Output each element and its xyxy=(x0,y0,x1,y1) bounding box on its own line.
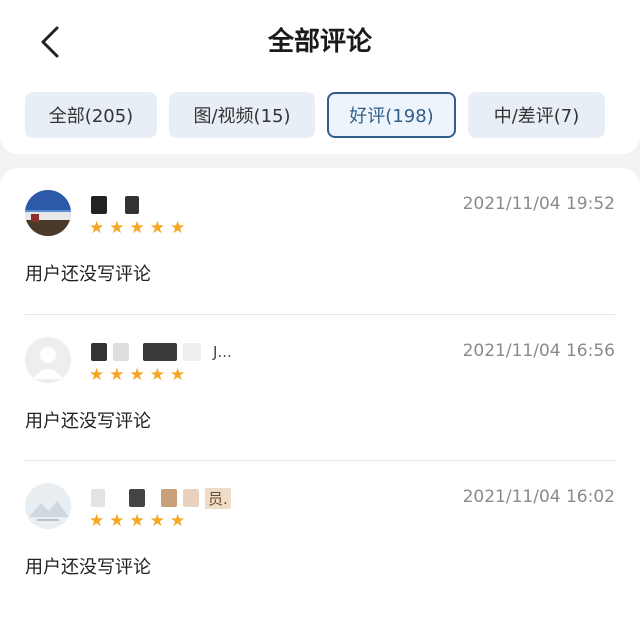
star-icon: ★ xyxy=(170,365,186,385)
list-item[interactable]: ★ ★ ★ ★ ★ 2021/11/04 19:52 用户还没写评论 xyxy=(25,168,615,314)
rating-stars: ★ ★ ★ ★ ★ xyxy=(89,220,185,237)
list-item[interactable]: J... ★ ★ ★ ★ ★ 2021/11/04 16:56 用户还没写评论 xyxy=(25,314,615,460)
star-icon: ★ xyxy=(89,218,105,238)
avatar xyxy=(25,337,71,383)
tab-negative[interactable]: 中/差评(7) xyxy=(468,92,605,138)
star-icon: ★ xyxy=(149,218,165,238)
star-icon: ★ xyxy=(129,218,145,238)
username: 员. xyxy=(91,487,231,509)
list-item[interactable]: 员. ★ ★ ★ ★ ★ 2021/11/04 16:02 用户还没写评论 xyxy=(25,460,615,606)
username-suffix: J... xyxy=(213,343,232,361)
rating-stars: ★ ★ ★ ★ ★ xyxy=(89,367,185,384)
filter-tabs: 全部(205) 图/视频(15) 好评(198) 中/差评(7) xyxy=(25,92,605,138)
star-icon: ★ xyxy=(109,218,125,238)
star-icon: ★ xyxy=(170,218,186,238)
review-content: 用户还没写评论 xyxy=(25,264,151,285)
star-icon: ★ xyxy=(170,511,186,531)
star-icon: ★ xyxy=(149,511,165,531)
star-icon: ★ xyxy=(129,511,145,531)
star-icon: ★ xyxy=(109,365,125,385)
page-title: 全部评论 xyxy=(267,27,372,57)
review-date: 2021/11/04 16:02 xyxy=(462,487,615,507)
tab-all[interactable]: 全部(205) xyxy=(25,92,157,138)
review-content: 用户还没写评论 xyxy=(25,557,151,578)
avatar xyxy=(25,190,71,236)
username-suffix: 员. xyxy=(205,487,231,509)
review-content: 用户还没写评论 xyxy=(25,411,151,432)
review-date: 2021/11/04 16:56 xyxy=(462,341,615,361)
review-date: 2021/11/04 19:52 xyxy=(462,194,615,214)
username xyxy=(91,196,145,214)
star-icon: ★ xyxy=(109,511,125,531)
avatar xyxy=(25,483,71,529)
star-icon: ★ xyxy=(89,365,105,385)
tab-positive[interactable]: 好评(198) xyxy=(327,92,456,138)
tab-media[interactable]: 图/视频(15) xyxy=(169,92,315,138)
review-list: ★ ★ ★ ★ ★ 2021/11/04 19:52 用户还没写评论 J... … xyxy=(0,168,640,618)
header: 全部评论 全部(205) 图/视频(15) 好评(198) 中/差评(7) xyxy=(0,0,640,154)
star-icon: ★ xyxy=(129,365,145,385)
star-icon: ★ xyxy=(149,365,165,385)
rating-stars: ★ ★ ★ ★ ★ xyxy=(89,513,185,530)
username: J... xyxy=(91,343,232,361)
star-icon: ★ xyxy=(89,511,105,531)
